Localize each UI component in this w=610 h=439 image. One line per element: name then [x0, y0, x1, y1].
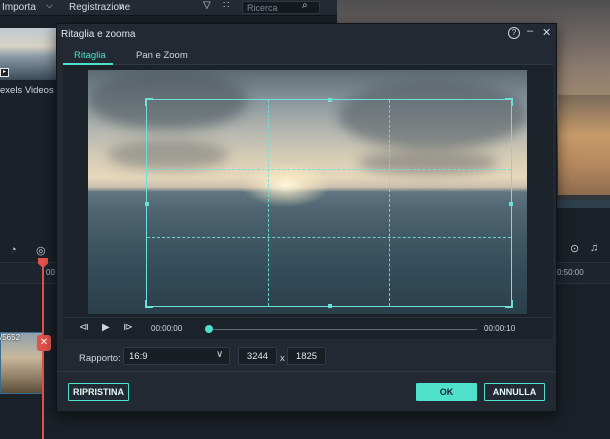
grid-line [147, 168, 511, 170]
media-toolbar: Importa ⌵ Registrazione ∨ ▽ ∷ Ricerca ⌕ [0, 0, 337, 16]
crop-edge-handle[interactable] [145, 202, 149, 206]
play-icon[interactable]: ▶ [102, 322, 110, 333]
width-input[interactable]: 3244 [238, 347, 277, 365]
clip-label: /5652 [0, 333, 21, 342]
total-time: 00:00:10 [484, 324, 516, 333]
ruler-time: 0:50:00 [557, 268, 584, 277]
crop-zoom-dialog: Ritaglia e zooma ? – ✕ Ritaglia Pan e Zo… [56, 23, 557, 412]
crop-corner-handle[interactable] [145, 300, 153, 308]
tab-pan-zoom[interactable]: Pan e Zoom [136, 50, 188, 61]
search-icon[interactable]: ⌕ [302, 0, 308, 11]
video-editor-window: Importa ⌵ Registrazione ∨ ▽ ∷ Ricerca ⌕ … [0, 0, 610, 439]
help-icon[interactable]: ? [508, 27, 520, 39]
timeline-left [0, 205, 56, 439]
audio-mixer-icon[interactable]: ♫ [590, 242, 598, 254]
microphone-icon[interactable]: ⊙ [570, 242, 579, 255]
timeline-right [557, 208, 610, 439]
crop-preview-area [63, 65, 553, 317]
ratio-label: Rapporto: [79, 353, 121, 364]
next-frame-icon[interactable]: ⧐ [123, 322, 133, 333]
crop-rectangle[interactable] [145, 98, 513, 308]
crop-corner-handle[interactable] [505, 98, 513, 106]
crop-edge-handle[interactable] [509, 202, 513, 206]
grid-line [268, 100, 270, 306]
color-icon[interactable]: ◎ [36, 244, 46, 257]
dimension-separator: x [280, 353, 285, 364]
grid-line [389, 100, 391, 306]
chevron-down-icon[interactable]: ∨ [216, 349, 223, 360]
grid-line [147, 237, 511, 239]
scissors-icon[interactable]: ✕ [37, 335, 51, 351]
height-input[interactable]: 1825 [287, 347, 326, 365]
seek-bar[interactable] [210, 329, 477, 330]
video-frame [88, 70, 527, 314]
tab-crop[interactable]: Ritaglia [74, 50, 106, 61]
minimize-icon[interactable]: – [527, 25, 533, 37]
crop-corner-handle[interactable] [145, 98, 153, 106]
playback-bar: ⧏ ▶ ⧐ 00:00:00 00:00:10 [63, 317, 553, 339]
current-time: 00:00:00 [151, 324, 183, 333]
ruler-label: 00 [46, 268, 55, 277]
aspect-ratio-select[interactable]: 16:9 [123, 347, 230, 365]
video-type-icon: ▸ [0, 68, 9, 77]
reset-button[interactable]: RIPRISTINA [68, 383, 129, 401]
dialog-title: Ritaglia e zooma [61, 29, 136, 40]
media-search-input[interactable]: Ricerca [242, 1, 320, 14]
speed-icon[interactable]: ◔ [10, 244, 17, 256]
close-icon[interactable]: ✕ [542, 26, 551, 39]
chevron-down-icon[interactable]: ∨ [118, 1, 125, 12]
cancel-button[interactable]: ANNULLA [484, 383, 545, 401]
crop-corner-handle[interactable] [505, 300, 513, 308]
previous-frame-icon[interactable]: ⧏ [79, 322, 89, 333]
preview-image-detail [558, 95, 610, 195]
dialog-tabs: Ritaglia Pan e Zoom [63, 48, 553, 65]
grid-view-icon[interactable]: ∷ [223, 0, 229, 11]
crop-edge-handle[interactable] [328, 98, 332, 102]
crop-edge-handle[interactable] [328, 304, 332, 308]
seek-knob[interactable] [205, 325, 213, 333]
import-menu[interactable]: Importa [2, 2, 36, 13]
chevron-down-icon[interactable]: ⌵ [46, 0, 53, 11]
footer-divider [57, 371, 556, 372]
filter-icon[interactable]: ▽ [203, 0, 211, 11]
ok-button[interactable]: OK [416, 383, 477, 401]
